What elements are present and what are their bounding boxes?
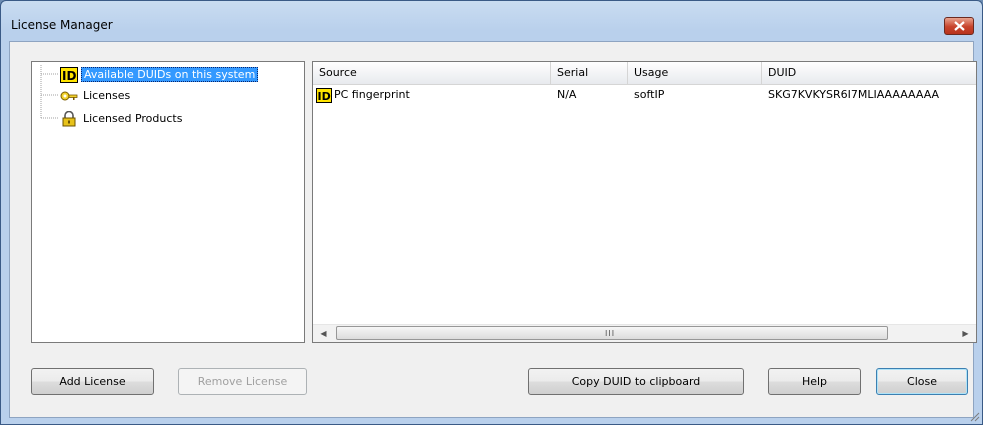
duid-list[interactable]: Source Serial Usage DUID ID PC fingerpri… (312, 61, 977, 343)
tree-connector-lines (40, 65, 59, 119)
close-button[interactable]: Close (876, 368, 968, 395)
cell-usage: softIP (634, 88, 665, 101)
license-tree[interactable]: ID Available DUIDs on this system Licens… (31, 61, 305, 343)
source-text: PC fingerprint (334, 88, 410, 101)
window-title: License Manager (11, 18, 113, 32)
key-icon (60, 88, 78, 104)
column-header-duid[interactable]: DUID (762, 62, 976, 84)
tree-item-label: Available DUIDs on this system (81, 67, 259, 82)
close-icon (954, 21, 965, 31)
license-manager-window: License Manager ID Available DUIDs on th… (0, 0, 983, 425)
cell-duid: SKG7KVKYSR6I7MLIAAAAAAAA (768, 88, 940, 101)
window-close-button[interactable] (944, 17, 974, 35)
tree-item-label: Licensed Products (83, 112, 183, 125)
tree-item-label: Licenses (83, 89, 131, 102)
scroll-left-arrow-icon[interactable]: ◀ (315, 325, 332, 342)
cell-serial: N/A (557, 88, 577, 101)
horizontal-scrollbar[interactable]: ◀ III ▶ (313, 324, 976, 342)
resize-grip-icon[interactable] (968, 410, 980, 422)
help-button[interactable]: Help (768, 368, 861, 395)
column-header-serial[interactable]: Serial (551, 62, 628, 84)
copy-duid-button[interactable]: Copy DUID to clipboard (528, 368, 744, 395)
scrollbar-thumb[interactable]: III (336, 326, 888, 340)
column-header-source[interactable]: Source (313, 62, 551, 84)
title-bar[interactable]: License Manager (1, 1, 982, 41)
table-row[interactable]: ID PC fingerprint N/A softIP SKG7KVKYSR6… (313, 86, 976, 104)
id-icon: ID (316, 87, 332, 103)
tree-item-licenses[interactable]: Licenses (60, 87, 132, 104)
list-header: Source Serial Usage DUID (313, 62, 976, 85)
tree-item-available-duids[interactable]: ID Available DUIDs on this system (60, 66, 259, 83)
add-license-button[interactable]: Add License (31, 368, 154, 395)
id-icon: ID (60, 66, 78, 83)
dialog-body: ID Available DUIDs on this system Licens… (9, 41, 977, 418)
column-header-usage[interactable]: Usage (628, 62, 762, 84)
svg-text:ID: ID (62, 69, 76, 83)
scroll-right-arrow-icon[interactable]: ▶ (957, 325, 974, 342)
remove-license-button[interactable]: Remove License (178, 368, 307, 395)
svg-text:ID: ID (318, 90, 331, 103)
cell-source: ID PC fingerprint (313, 86, 551, 104)
lock-icon (60, 110, 78, 127)
scroll-grip: III (605, 329, 616, 338)
tree-item-licensed-products[interactable]: Licensed Products (60, 110, 184, 127)
